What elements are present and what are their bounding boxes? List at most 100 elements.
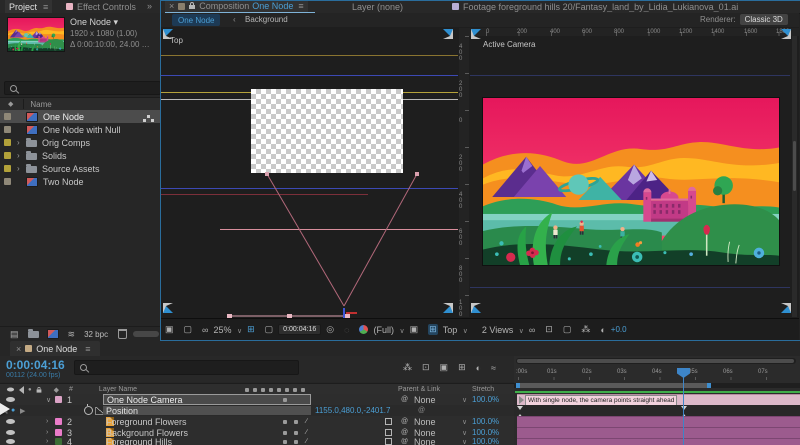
new-folder-icon[interactable] (28, 331, 39, 338)
motion-blur-icon[interactable]: ◐ (476, 363, 481, 373)
frame-blend-icon[interactable] (277, 388, 281, 392)
timeline-timecode[interactable]: 0:00:04:16 (6, 358, 65, 372)
cube-3d-icon[interactable] (385, 438, 392, 445)
flowchart-icon[interactable] (147, 115, 150, 118)
eye-column-icon[interactable] (7, 388, 14, 392)
region-of-interest-icon[interactable]: ▢ (265, 324, 274, 335)
label-column-tag-icon[interactable]: ◆ (8, 100, 13, 108)
project-search-input[interactable] (4, 81, 161, 95)
timeline-tab[interactable]: × One Node ≡ (10, 341, 100, 356)
draft-3d-icon[interactable]: ⊡ (422, 362, 430, 373)
twirl-icon[interactable]: › (46, 418, 48, 425)
playhead-line[interactable] (683, 368, 684, 445)
property-whip-icon[interactable]: @ (418, 407, 425, 414)
shy-toggle[interactable] (283, 420, 287, 424)
layer-bar-camera[interactable]: With single node, the camera points stra… (517, 394, 800, 405)
exposure-value[interactable]: +0.0 (611, 325, 627, 334)
panel-menu-icon[interactable]: ≡ (43, 2, 48, 12)
layer-name[interactable]: Background Flowers (106, 428, 188, 438)
parent-whip-icon[interactable]: @ (401, 396, 408, 403)
stretch-value[interactable]: 100.0% (472, 417, 499, 426)
panel-menu-icon[interactable]: ≡ (298, 1, 303, 11)
collapse-icon[interactable] (253, 388, 257, 392)
twirl-icon[interactable]: ∨ (46, 396, 51, 404)
twirl-icon[interactable]: › (17, 151, 26, 160)
layer-name-column-header[interactable]: Layer Name (99, 386, 137, 393)
label-color[interactable] (4, 113, 11, 120)
layer-bar-foreground-flowers[interactable] (517, 416, 800, 427)
eye-icon[interactable] (6, 430, 15, 435)
snapshot-icon[interactable]: ◎ (326, 324, 334, 335)
shy-toggle[interactable] (283, 398, 287, 402)
stretch-value[interactable]: 100.0% (472, 428, 499, 437)
rasterize-toggle[interactable] (294, 440, 298, 444)
parent-dropdown[interactable]: None (414, 428, 436, 438)
camera-wireframe[interactable] (161, 27, 458, 318)
breadcrumb-parent[interactable]: Background (245, 15, 288, 24)
renderer-button[interactable]: Classic 3D (740, 14, 788, 25)
view-layout-dropdown[interactable]: 2 Views ∨ (482, 325, 524, 335)
label-color[interactable] (55, 438, 62, 445)
exposure-icon[interactable]: ◐ (600, 325, 605, 335)
show-snapshot-icon[interactable]: ◌ (344, 325, 349, 335)
adjust-icon[interactable]: ≋ (68, 329, 76, 340)
project-item-one-node[interactable]: One Node (0, 110, 160, 123)
quality-icon[interactable] (261, 388, 265, 392)
quality-toggle-icon[interactable]: ∕ (306, 438, 307, 445)
show-channels-icon[interactable] (359, 325, 368, 334)
graph-editor-icon[interactable]: ≈ (491, 363, 496, 373)
label-color[interactable] (55, 418, 62, 425)
eye-icon[interactable] (6, 439, 15, 444)
grid-options-icon[interactable]: ⊞ (247, 324, 255, 335)
cube-3d-icon[interactable] (385, 418, 392, 425)
eye-icon[interactable] (6, 397, 15, 402)
shy-toggle[interactable] (283, 440, 287, 444)
label-color[interactable] (4, 152, 11, 159)
eye-icon[interactable] (6, 419, 15, 424)
view-dropdown[interactable]: Top ∨ (443, 325, 468, 335)
magnification-dropdown[interactable]: 25% ∨ (213, 325, 242, 335)
project-info-name[interactable]: One Node ▾ (70, 17, 118, 28)
chevron-down-icon[interactable]: ∨ (462, 418, 467, 426)
target-region-icon[interactable]: ▣ (410, 324, 419, 335)
project-item-two-node[interactable]: Two Node (0, 175, 160, 188)
stereo-goggles-icon[interactable]: ∞ (202, 325, 208, 335)
project-item-one-node-with-null[interactable]: One Node with Null (0, 123, 160, 136)
quality-toggle-icon[interactable]: ∕ (306, 429, 307, 436)
stretch-value[interactable]: 100.0% (472, 395, 499, 404)
solo-column-icon[interactable]: ● (28, 387, 32, 393)
audio-column-icon[interactable] (19, 386, 24, 394)
quality-toggle-icon[interactable]: ∕ (306, 418, 307, 425)
parent-dropdown[interactable]: None (414, 438, 436, 445)
frame-blending-icon[interactable]: ⊞ (458, 362, 466, 373)
name-column-header[interactable]: Name (30, 100, 51, 109)
breadcrumb-current[interactable]: One Node (172, 14, 220, 26)
twirl-icon[interactable]: › (46, 438, 48, 445)
project-bpc[interactable]: 32 bpc (84, 330, 108, 339)
label-color[interactable] (55, 396, 62, 403)
pixel-aspect-icon[interactable]: ⊡ (545, 324, 553, 335)
rasterize-toggle[interactable] (294, 431, 298, 435)
interpret-footage-icon[interactable]: ▤ (10, 329, 19, 340)
twirl-icon[interactable]: › (17, 164, 26, 173)
work-area-start-handle[interactable] (516, 383, 520, 388)
time-navigator[interactable] (516, 358, 796, 364)
cube-3d-icon[interactable] (385, 429, 392, 436)
navigator-thumb[interactable] (517, 359, 794, 363)
parent-whip-icon[interactable]: @ (401, 438, 408, 445)
panel-menu-icon[interactable]: ≡ (85, 344, 90, 354)
vertical-ruler[interactable]: 400 200 0 200 400 600 800 1000 (459, 36, 469, 317)
trash-icon[interactable] (118, 329, 127, 339)
mini-flowchart-icon[interactable]: ⁂ (403, 362, 412, 373)
layer-name[interactable]: Foreground Hills (106, 438, 172, 445)
parent-dropdown[interactable]: None (414, 395, 436, 405)
tab-layer[interactable]: Layer (none) (352, 2, 403, 12)
label-column-icon[interactable]: ◆ (54, 386, 59, 394)
layer-name[interactable]: One Node Camera (103, 394, 311, 405)
fast-previews-icon[interactable]: ▢ (563, 324, 572, 335)
goggles-icon[interactable]: ∞ (529, 325, 535, 335)
property-name[interactable]: Position (103, 406, 311, 415)
parent-link-column-header[interactable]: Parent & Link (398, 386, 440, 393)
lock-column-icon[interactable] (36, 389, 41, 392)
lock-icon[interactable] (189, 5, 195, 9)
